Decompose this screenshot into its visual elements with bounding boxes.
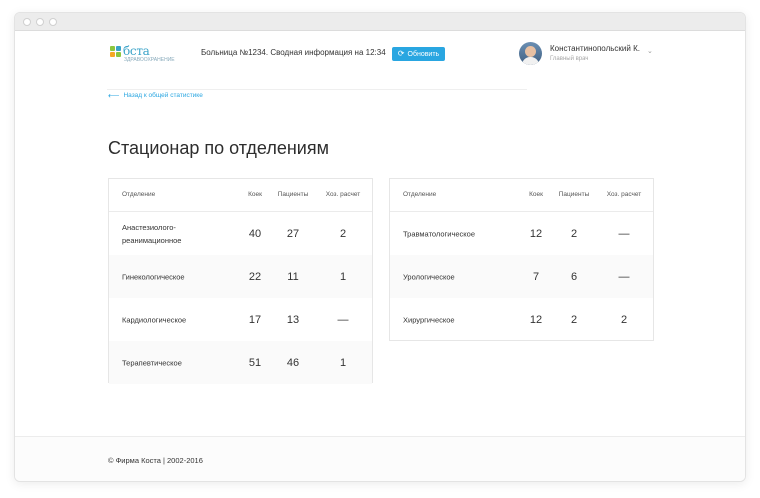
user-name[interactable]: Константинопольский К. [550,44,640,53]
logo-text: бста [123,44,150,58]
window-titlebar [15,13,745,31]
browser-window: бста ЗДРАВООХРАНЕНИЕ Больница №1234. Сво… [14,12,746,482]
table-header: Отделение Коек Пациенты Хоз. расчет [390,179,653,212]
table-header: Отделение Коек Пациенты Хоз. расчет [109,179,372,212]
page-title: Стационар по отделениям [108,138,329,158]
self-pay-count: 1 [339,356,347,369]
beds-count: 22 [248,270,262,283]
table-row[interactable]: Гинекологическое 22 11 1 [109,255,372,298]
col-self-pay: Хоз. расчет [325,191,361,198]
col-patients: Пациенты [277,191,309,198]
department-table-right: Отделение Коек Пациенты Хоз. расчет Трав… [389,178,654,341]
patients-count: 2 [570,313,578,326]
back-link[interactable]: ⟵ Назад к общей статистике [108,91,203,100]
chevron-down-icon[interactable]: ⌄ [647,47,653,55]
self-pay-count: 1 [339,270,347,283]
col-patients: Пациенты [558,191,590,198]
col-beds: Коек [248,191,262,198]
beds-count: 51 [248,356,262,369]
table-row[interactable]: Терапевтическое 51 46 1 [109,341,372,384]
table-row[interactable]: Травматологическое 12 2 — [390,212,653,255]
department-name: Гинекологическое [122,272,185,281]
col-department: Отделение [403,191,437,198]
beds-count: 40 [248,227,262,240]
arrow-left-icon: ⟵ [108,91,120,100]
window-minimize-dot[interactable] [36,18,44,26]
logo-subtitle: ЗДРАВООХРАНЕНИЕ [124,57,175,63]
patients-count: 13 [286,313,300,326]
refresh-label: Обновить [407,50,440,58]
hospital-summary: Больница №1234. Сводная информация на 12… [201,48,386,57]
department-name: Хирургическое [403,315,455,324]
self-pay-count: — [337,313,349,326]
department-name: Травматологическое [403,229,476,238]
self-pay-count: 2 [339,227,347,240]
department-name: Кардиологическое [122,315,187,324]
table-row[interactable]: Кардиологическое 17 13 — [109,298,372,341]
patients-count: 46 [286,356,300,369]
department-name: Анастезиолого-реанимационное [122,222,182,245]
user-role: Главный врач [550,56,589,62]
department-table-left: Отделение Коек Пациенты Хоз. расчет Анас… [108,178,373,384]
refresh-button[interactable]: ⟳ Обновить [392,47,445,61]
avatar[interactable] [519,42,542,65]
col-self-pay: Хоз. расчет [606,191,642,198]
col-beds: Коек [529,191,543,198]
window-maximize-dot[interactable] [49,18,57,26]
patients-count: 11 [287,270,299,283]
department-name: Терапевтическое [122,358,182,367]
app-header: бста ЗДРАВООХРАНЕНИЕ Больница №1234. Сво… [15,31,745,90]
department-name: Урологическое [403,272,455,281]
col-department: Отделение [122,191,156,198]
table-row[interactable]: Анастезиолого-реанимационное 40 27 2 [109,212,372,255]
footer: © Фирма Коста | 2002-2016 [15,436,745,481]
patients-count: 6 [570,270,578,283]
beds-count: 17 [248,313,262,326]
beds-count: 12 [529,227,543,240]
header-divider [107,89,527,90]
logo[interactable]: бста ЗДРАВООХРАНЕНИЕ [110,44,175,63]
table-row[interactable]: Урологическое 7 6 — [390,255,653,298]
refresh-icon: ⟳ [397,49,405,58]
self-pay-count: — [618,227,630,240]
patients-count: 2 [570,227,578,240]
table-row[interactable]: Хирургическое 12 2 2 [390,298,653,341]
footer-copyright: © Фирма Коста | 2002-2016 [108,456,203,465]
self-pay-count: 2 [620,313,628,326]
back-link-label: Назад к общей статистике [123,92,203,99]
window-close-dot[interactable] [23,18,31,26]
logo-mark-icon [110,46,122,58]
patients-count: 27 [286,227,300,240]
beds-count: 7 [532,270,540,283]
self-pay-count: — [618,270,630,283]
beds-count: 12 [529,313,543,326]
